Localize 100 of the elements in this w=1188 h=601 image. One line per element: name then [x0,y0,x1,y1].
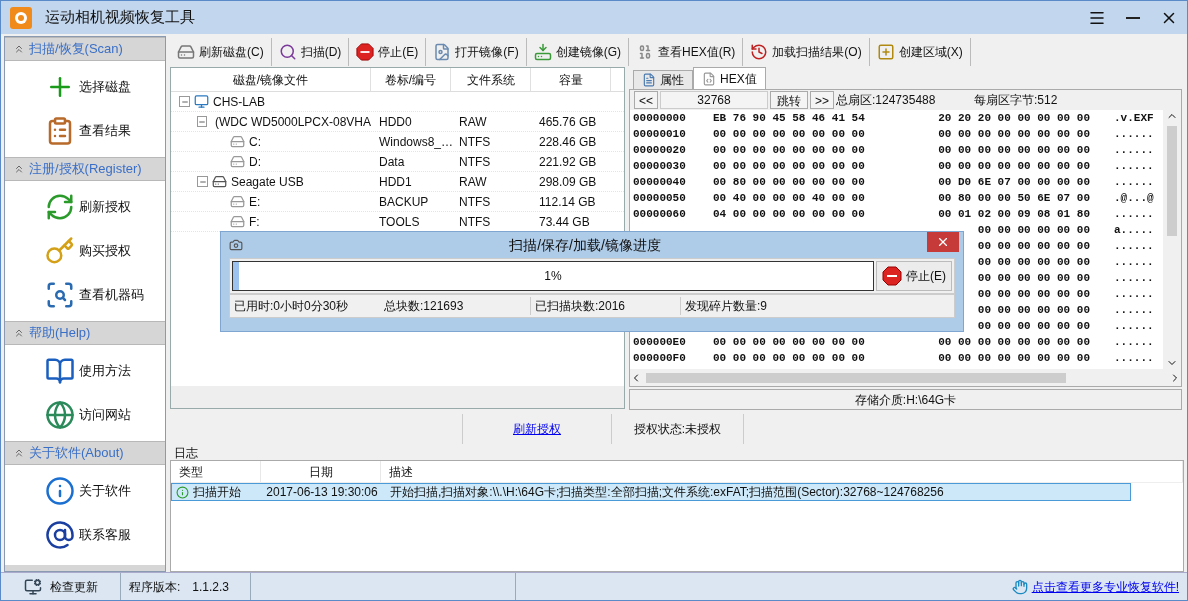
tree-toggle[interactable] [197,116,207,127]
hex-offset: 00000030 [633,159,686,172]
sidebar-item[interactable]: 查看机器码 [5,273,165,317]
help-book-icon [45,356,75,386]
window-title: 运动相机视频恢复工具 [45,7,196,28]
total-sectors-label: 总扇区:124735488 [836,92,937,109]
table-cell: 112.14 GB [539,194,596,209]
close-button[interactable] [927,232,959,252]
table-cell: 298.09 GB [539,174,597,189]
jump-button[interactable]: 跳转 [770,91,808,109]
next-button[interactable]: >> [810,91,834,109]
volume-icon [230,154,245,169]
hex-ascii: ...... [1114,206,1154,222]
dialog-title: 扫描/保存/加载/镜像进度 [508,235,662,255]
hex-icon [702,71,716,86]
log-title: 日志 [173,445,199,460]
toolbar-button[interactable]: 扫描(D) [271,37,350,66]
info-icon [45,476,75,506]
toolbar-button[interactable]: 刷新磁盘(C) [170,37,272,66]
at-sign-icon [45,520,75,550]
sector-field[interactable]: 32768 [660,91,768,109]
tab[interactable]: 属性 [633,70,693,89]
globe-icon [45,400,75,430]
volume-icon [230,194,245,209]
update-icon [23,577,42,596]
search-icon [278,42,297,61]
section-title: 帮助(Help) [29,324,91,343]
hex-bytes: 04 00 00 00 00 00 00 00 [713,207,865,220]
column-header[interactable]: 容量 [531,68,611,91]
hex-bytes: 00 00 00 00 00 00 00 00 [938,334,1090,350]
table-cell: RAW [459,174,487,189]
collapse-icon [13,327,25,339]
more-software-link[interactable]: 点击查看更多专业恢复软件! [1031,577,1179,596]
hex-ascii: ...... [1114,174,1154,190]
table-cell: BACKUP [379,194,429,209]
hex-ascii: .@...@ [1114,190,1154,206]
column-header[interactable]: 描述 [381,461,1183,482]
toolbar-button[interactable]: 打开镜像(F) [426,37,527,66]
sidebar-item[interactable]: 刷新授权 [5,185,165,229]
hex-ascii: ...... [1114,334,1154,350]
tree-toggle[interactable] [197,176,208,187]
tree-node-name: Seagate USB [231,173,304,191]
info-icon [176,485,189,499]
refresh-license-link[interactable]: 刷新授权 [513,420,561,438]
magnifier-icon [45,280,75,310]
hex-ascii: ...... [1114,350,1154,366]
toolbar-button[interactable]: 创建区域(X) [869,37,971,66]
toolbar-button[interactable]: 加载扫描结果(O) [743,37,870,66]
section-header[interactable]: 扫描/恢复(Scan) [5,37,165,61]
section-header[interactable]: 注册/授权(Register) [5,157,165,181]
toolbar-button[interactable]: 停止(E) [349,37,427,66]
hex-offset: 000000E0 [633,335,686,348]
hex-bytes: 00 00 00 00 00 00 00 00 [938,142,1090,158]
stop-button[interactable]: 停止(E) [876,261,952,291]
sidebar-item[interactable]: 联系客服 [5,513,165,557]
toolbar-button[interactable]: 创建镜像(G) [526,37,629,66]
hex-bytes: 00 00 00 00 00 00 00 00 [713,335,865,348]
sidebar-item[interactable]: 选择磁盘 [5,65,165,109]
sidebar-item[interactable]: 查看结果 [5,109,165,153]
sidebar-item[interactable]: 访问网站 [5,393,165,437]
column-header[interactable]: 卷标/编号 [371,68,451,91]
log-row[interactable]: 扫描开始 2017-06-13 19:30:06 开始扫描,扫描对象:\\.\H:\64G卡;扫描类型:全部扫描;文件系统:exFAT;扫描范围(Sector):32768~124768256 [171,483,1131,501]
tab[interactable]: HEX值 [693,67,766,89]
sidebar-item[interactable]: 购买授权 [5,229,165,273]
area-icon [876,42,895,61]
sidebar-item[interactable]: 使用方法 [5,349,165,393]
table-cell: Data [379,154,405,169]
minimize-icon [1126,16,1140,19]
column-header[interactable]: 磁盘/镜像文件 [171,68,371,91]
column-header[interactable]: 文件系统 [451,68,531,91]
stop-icon [356,42,375,61]
volume-icon [230,214,245,229]
tree-toggle[interactable] [179,96,190,107]
previous-button[interactable]: << [634,91,658,109]
column-header[interactable]: 日期 [261,461,381,482]
hex-ascii: .v.EXF [1114,110,1154,126]
hex-bytes: EB 76 90 45 58 46 41 54 [713,111,865,124]
hex-bytes: 00 00 00 00 00 00 00 00 [713,159,865,172]
collapse-icon [13,447,25,459]
hex-bytes: 00 01 02 00 09 08 01 80 [938,206,1090,222]
hex-bytes: 00 00 00 00 00 00 [977,286,1090,302]
section-header[interactable]: 帮助(Help) [5,321,165,345]
table-cell: NTFS [459,154,491,169]
table-cell: NTFS [459,134,491,149]
hex-ascii: ...... [1114,238,1154,254]
column-header[interactable]: 类型 [171,461,261,482]
hex-ascii: ...... [1114,318,1154,334]
hex-offset: 00000010 [633,127,686,140]
section-header[interactable]: 关于软件(About) [5,441,165,465]
table-cell: 221.92 GB [539,154,597,169]
hand-pointer-icon [1011,578,1028,595]
toolbar-button[interactable]: 查看HEX值(R) [629,37,744,66]
hex-ascii: ...... [1114,142,1154,158]
hex-bytes: 00 00 00 00 00 00 [977,238,1090,254]
stat-label: 已用时:0小时0分30秒 [234,299,349,313]
check-update-button[interactable]: 检查更新 [1,573,121,600]
sidebar-item[interactable]: 关于软件 [5,469,165,513]
hex-bytes: 00 00 00 00 00 00 [977,302,1090,318]
bytes-per-sector-label: 每扇区字节:512 [974,92,1059,109]
stat-label: 已扫描块数:2016 [535,299,626,313]
